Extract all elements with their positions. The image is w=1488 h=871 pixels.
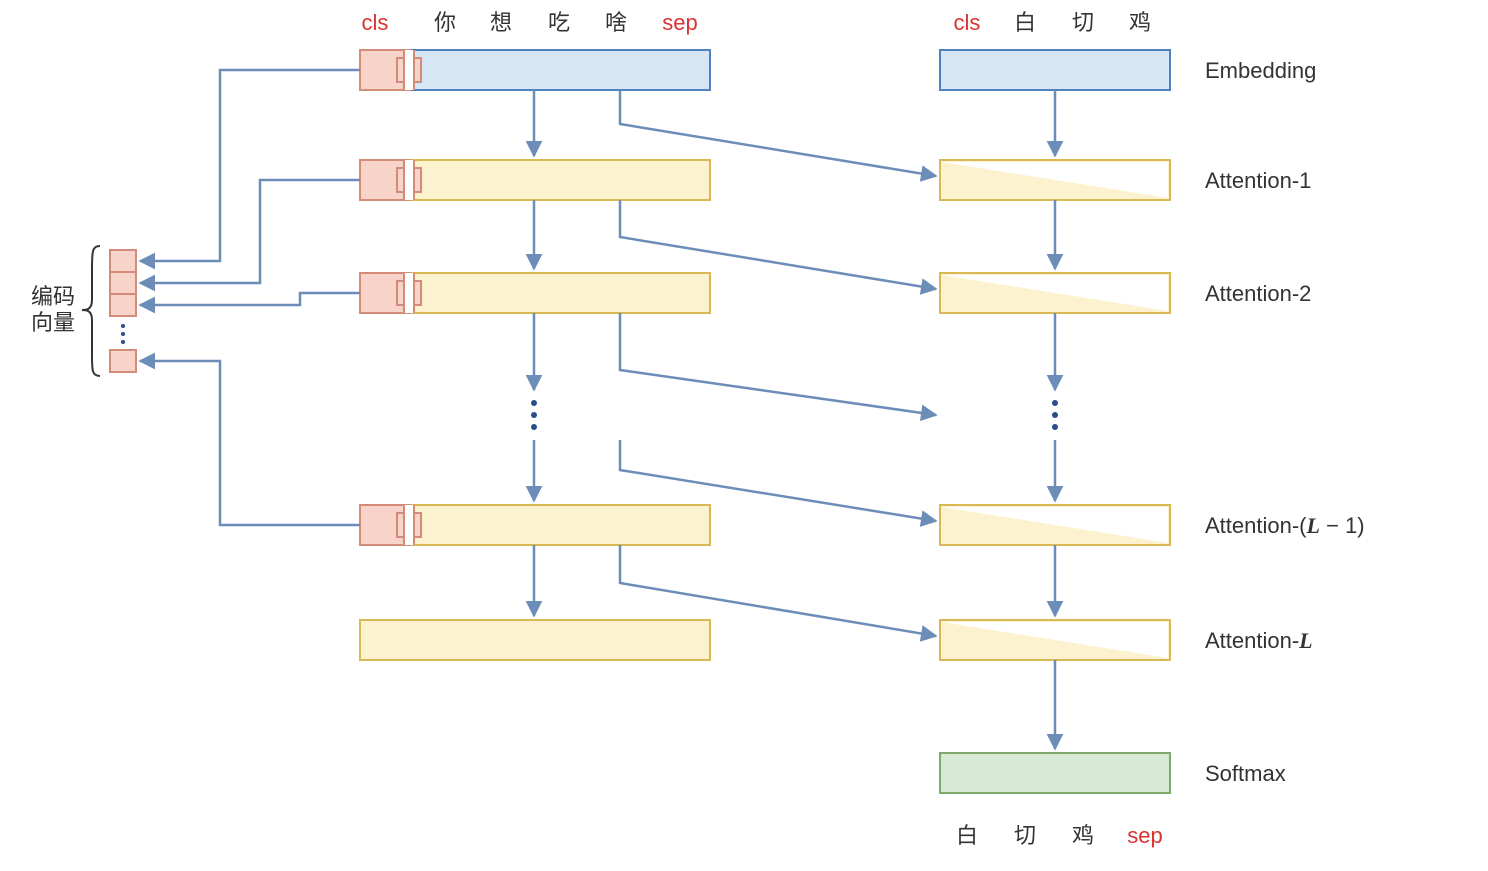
encoder-attn-L xyxy=(360,620,710,660)
arrow-enc-emb-to-vec xyxy=(140,70,360,261)
arrow-enc-a2-to-vec xyxy=(140,293,360,305)
out-token-1: 白 xyxy=(956,823,978,848)
decoder-attn-2 xyxy=(940,273,1170,313)
encoder-embedding xyxy=(360,50,710,90)
decoder-ellipsis xyxy=(1052,400,1058,430)
enc-token-3: 吃 xyxy=(548,10,570,35)
decoder-softmax xyxy=(940,753,1170,793)
decoder-embedding xyxy=(940,50,1170,90)
enc-token-sep: sep xyxy=(662,10,697,35)
encoding-vector-stack xyxy=(110,250,136,372)
out-token-sep: sep xyxy=(1127,823,1162,848)
encoder-attn-2 xyxy=(360,273,710,313)
out-token-2: 切 xyxy=(1014,823,1036,848)
label-attn-1: Attention-1 xyxy=(1205,168,1311,193)
decoder-attn-L xyxy=(940,620,1170,660)
arrow-cross-a2-to-decdots xyxy=(620,313,936,415)
encoder-attn-1 xyxy=(360,160,710,200)
dec-token-3: 鸡 xyxy=(1129,10,1151,35)
brace-icon xyxy=(82,246,100,376)
label-encvec-1: 编码 xyxy=(31,284,75,309)
dec-token-1: 白 xyxy=(1014,10,1036,35)
label-attn-2: Attention-2 xyxy=(1205,281,1311,306)
dec-token-cls: cls xyxy=(954,10,981,35)
enc-token-cls: cls xyxy=(362,10,389,35)
enc-token-4: 啥 xyxy=(605,10,627,35)
label-encvec-2: 向量 xyxy=(31,310,75,335)
out-token-3: 鸡 xyxy=(1072,823,1094,848)
enc-token-1: 你 xyxy=(434,10,456,35)
decoder-attn-1 xyxy=(940,160,1170,200)
label-softmax: Softmax xyxy=(1205,761,1286,786)
label-embedding: Embedding xyxy=(1205,58,1316,83)
arrow-enc-aLm1-to-vec xyxy=(140,361,360,525)
decoder-attn-Lm1 xyxy=(940,505,1170,545)
dec-token-2: 切 xyxy=(1072,10,1094,35)
arrow-enc-a1-to-vec xyxy=(140,180,360,283)
encoder-input-tokens: cls 你 想 吃 啥 sep xyxy=(362,10,698,35)
label-attn-L: Attention-L xyxy=(1205,628,1313,653)
enc-token-2: 想 xyxy=(490,10,512,35)
decoder-input-tokens: cls 白 切 鸡 xyxy=(954,10,1151,35)
encoder-attn-Lm1 xyxy=(360,505,710,545)
encoder-ellipsis xyxy=(531,400,537,430)
label-attn-Lm1: Attention-(L − 1) xyxy=(1205,513,1365,538)
decoder-output-tokens: 白 切 鸡 sep xyxy=(956,823,1163,848)
